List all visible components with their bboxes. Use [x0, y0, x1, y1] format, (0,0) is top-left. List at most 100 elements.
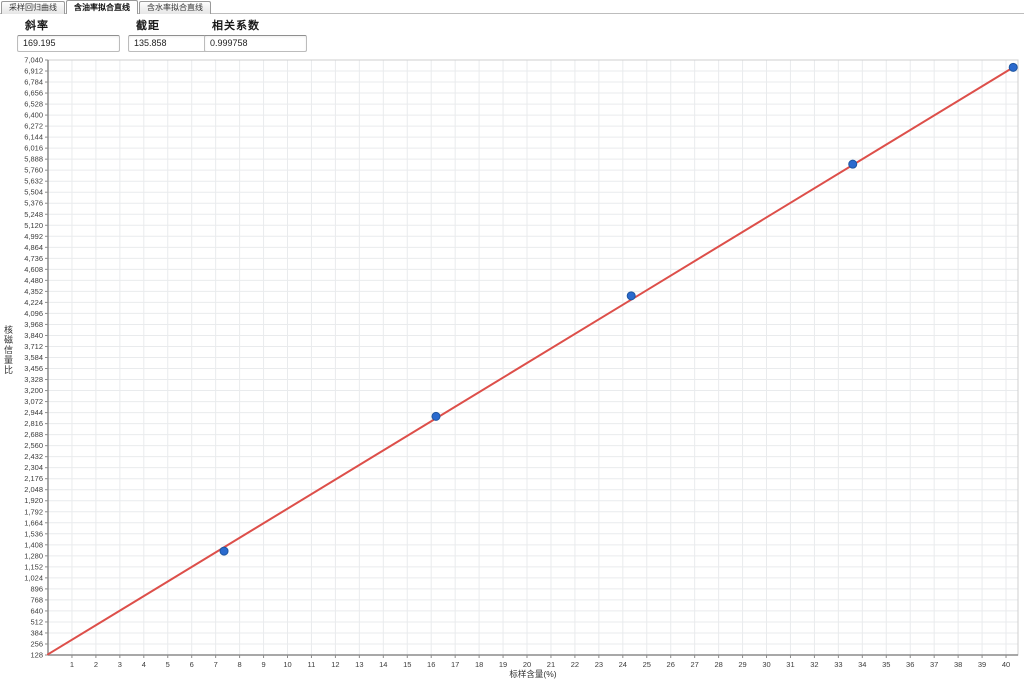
svg-text:3: 3: [118, 660, 122, 669]
y-tick-labels: 1282563845126407688961,0241,1521,2801,40…: [24, 56, 48, 660]
svg-text:4,736: 4,736: [24, 254, 43, 263]
svg-text:1,792: 1,792: [24, 507, 43, 516]
svg-text:512: 512: [30, 617, 43, 626]
svg-text:35: 35: [882, 660, 890, 669]
svg-text:3,072: 3,072: [24, 397, 43, 406]
svg-text:2,176: 2,176: [24, 474, 43, 483]
svg-text:33: 33: [834, 660, 842, 669]
data-point: [1009, 63, 1017, 71]
svg-text:10: 10: [283, 660, 291, 669]
svg-text:11: 11: [308, 660, 316, 669]
svg-text:1,408: 1,408: [24, 540, 43, 549]
svg-text:6: 6: [190, 660, 194, 669]
svg-text:5: 5: [166, 660, 170, 669]
svg-text:640: 640: [30, 606, 43, 615]
svg-text:23: 23: [595, 660, 603, 669]
plot-area: 1282563845126407688961,0241,1521,2801,40…: [0, 52, 1024, 681]
svg-text:384: 384: [30, 628, 43, 637]
svg-text:4,352: 4,352: [24, 287, 43, 296]
data-point: [220, 547, 228, 555]
svg-text:1,920: 1,920: [24, 496, 43, 505]
svg-text:34: 34: [858, 660, 866, 669]
tab-oil-content-fit-line[interactable]: 含油率拟合直线: [66, 0, 138, 14]
data-point: [627, 292, 635, 300]
correlation-value-input[interactable]: 0.999758: [204, 35, 307, 52]
svg-text:31: 31: [786, 660, 794, 669]
correlation-field: 相关系数 0.999758: [204, 16, 307, 52]
data-point: [432, 412, 440, 420]
svg-text:25: 25: [643, 660, 651, 669]
svg-text:1,280: 1,280: [24, 551, 43, 560]
tab-sampling-regression-curve[interactable]: 采样回归曲线: [1, 1, 65, 14]
svg-text:14: 14: [379, 660, 387, 669]
slope-label: 斜率: [25, 17, 120, 33]
svg-text:1,664: 1,664: [24, 518, 43, 527]
svg-text:6,656: 6,656: [24, 89, 43, 98]
svg-text:3,328: 3,328: [24, 375, 43, 384]
svg-text:17: 17: [451, 660, 459, 669]
svg-text:4,096: 4,096: [24, 309, 43, 318]
svg-text:38: 38: [954, 660, 962, 669]
svg-text:2,560: 2,560: [24, 441, 43, 450]
correlation-label: 相关系数: [212, 17, 307, 33]
svg-text:4,224: 4,224: [24, 298, 43, 307]
svg-text:6,400: 6,400: [24, 111, 43, 120]
svg-text:4,992: 4,992: [24, 232, 43, 241]
svg-text:24: 24: [619, 660, 627, 669]
svg-text:7,040: 7,040: [24, 56, 43, 65]
svg-text:5,248: 5,248: [24, 210, 43, 219]
slope-value-input[interactable]: 169.195: [17, 35, 120, 52]
svg-text:128: 128: [30, 651, 43, 660]
svg-text:3,456: 3,456: [24, 364, 43, 373]
fit-stats-panel: 斜率 169.195 截距 135.858 相关系数 0.999758: [0, 14, 1024, 52]
svg-text:3,840: 3,840: [24, 331, 43, 340]
svg-text:3,584: 3,584: [24, 353, 43, 362]
svg-text:768: 768: [30, 595, 43, 604]
svg-text:4,608: 4,608: [24, 265, 43, 274]
svg-text:2,432: 2,432: [24, 452, 43, 461]
tab-strip: 采样回归曲线 含油率拟合直线 含水率拟合直线: [1, 0, 212, 14]
svg-text:896: 896: [30, 584, 43, 593]
svg-text:1,024: 1,024: [24, 573, 43, 582]
svg-text:6,528: 6,528: [24, 100, 43, 109]
svg-text:2: 2: [94, 660, 98, 669]
svg-text:32: 32: [810, 660, 818, 669]
svg-text:5,632: 5,632: [24, 177, 43, 186]
svg-text:19: 19: [499, 660, 507, 669]
svg-text:3,200: 3,200: [24, 386, 43, 395]
svg-text:4,864: 4,864: [24, 243, 43, 252]
svg-text:5,120: 5,120: [24, 221, 43, 230]
calibration-chart: 核磁信量比 1282563845126407688961,0241,1521,2…: [0, 52, 1024, 681]
svg-text:22: 22: [571, 660, 579, 669]
slope-field: 斜率 169.195: [17, 16, 120, 52]
tab-water-content-fit-line[interactable]: 含水率拟合直线: [139, 1, 211, 14]
svg-text:5,760: 5,760: [24, 166, 43, 175]
x-tick-labels: 1234567891011121314151617181920212223242…: [70, 655, 1010, 669]
svg-text:3,712: 3,712: [24, 342, 43, 351]
svg-text:16: 16: [427, 660, 435, 669]
svg-text:15: 15: [403, 660, 411, 669]
svg-text:2,304: 2,304: [24, 463, 43, 472]
svg-text:28: 28: [714, 660, 722, 669]
svg-text:1: 1: [70, 660, 74, 669]
svg-text:26: 26: [667, 660, 675, 669]
svg-text:18: 18: [475, 660, 483, 669]
svg-text:36: 36: [906, 660, 914, 669]
svg-text:9: 9: [261, 660, 265, 669]
svg-text:3,968: 3,968: [24, 320, 43, 329]
svg-text:6,784: 6,784: [24, 78, 43, 87]
data-point: [849, 160, 857, 168]
svg-text:40: 40: [1002, 660, 1010, 669]
svg-text:7: 7: [214, 660, 218, 669]
svg-text:2,688: 2,688: [24, 430, 43, 439]
svg-text:13: 13: [355, 660, 363, 669]
svg-text:6,272: 6,272: [24, 122, 43, 131]
svg-text:4,480: 4,480: [24, 276, 43, 285]
svg-text:2,816: 2,816: [24, 419, 43, 428]
x-axis-title: 标样含量(%): [509, 669, 556, 679]
svg-text:2,944: 2,944: [24, 408, 43, 417]
svg-text:8: 8: [238, 660, 242, 669]
svg-text:39: 39: [978, 660, 986, 669]
svg-text:12: 12: [331, 660, 339, 669]
svg-text:4: 4: [142, 660, 146, 669]
